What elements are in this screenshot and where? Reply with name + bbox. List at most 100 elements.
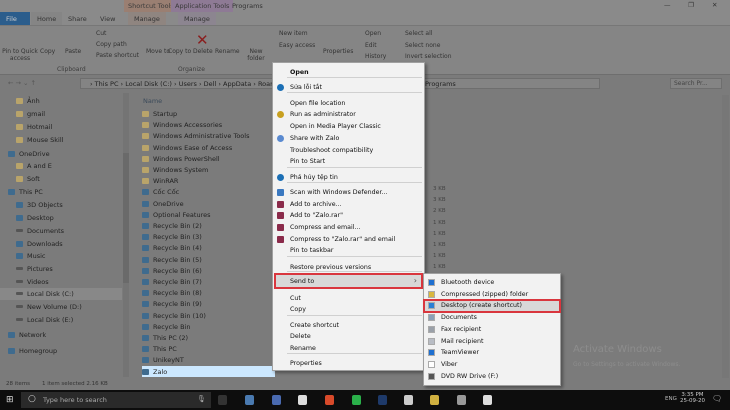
select-none-button[interactable]: Select none: [405, 42, 440, 49]
menu-item-troubleshoot-compatibility[interactable]: Troubleshoot compatibility: [273, 145, 424, 156]
submenu-item-mail-recipient[interactable]: Mail recipient: [424, 336, 560, 347]
tab-manage-application[interactable]: Manage: [178, 12, 216, 25]
nav-scrollbar[interactable]: [123, 93, 129, 377]
history-button[interactable]: History: [365, 53, 386, 60]
submenu-item-fax-recipient[interactable]: Fax recipient: [424, 324, 560, 335]
task-view-icon[interactable]: [218, 395, 227, 405]
menu-item-properties[interactable]: Properties: [273, 358, 424, 369]
menu-item-open-file-location[interactable]: Open file location: [273, 98, 424, 109]
microphone-icon[interactable]: 🎙: [197, 395, 206, 403]
app-icon[interactable]: [272, 395, 281, 405]
menu-item-sua-loi-tat[interactable]: Sửa lỗi tắt: [273, 82, 424, 93]
paste-button[interactable]: Paste: [65, 48, 81, 55]
menu-item-run-as-administrator[interactable]: Run as administrator: [273, 109, 424, 120]
menu-item-open-in-mpc[interactable]: Open in Media Player Classic: [273, 121, 424, 132]
menu-item-open[interactable]: Open: [273, 67, 424, 78]
menu-item-pha-huy-tep-tin[interactable]: Phá hủy tệp tin: [273, 172, 424, 183]
tab-file[interactable]: File: [0, 12, 30, 25]
settings-icon[interactable]: [404, 395, 413, 405]
file-scrollbar[interactable]: [722, 95, 729, 380]
app-icon[interactable]: [457, 395, 466, 405]
submenu-item-documents[interactable]: Documents: [424, 312, 560, 323]
submenu-item-bluetooth-device[interactable]: Bluetooth device: [424, 277, 560, 288]
nav-item[interactable]: Desktop: [0, 212, 122, 224]
easy-access-button[interactable]: Easy access: [279, 42, 315, 49]
menu-item-copy[interactable]: Copy: [273, 304, 424, 315]
properties-button[interactable]: Properties: [323, 48, 353, 55]
menu-item-rename[interactable]: Rename: [273, 343, 424, 354]
file-row[interactable]: Zalo: [142, 365, 275, 377]
line-icon[interactable]: [352, 395, 361, 405]
tab-application-tools[interactable]: Application Tools: [171, 0, 234, 12]
breadcrumb[interactable]: › This PC › Local Disk (C:) › Users › De…: [90, 80, 287, 88]
minimize-button[interactable]: —: [664, 1, 671, 9]
menu-item-compress-and-email[interactable]: Compress and email...: [273, 222, 424, 233]
new-folder-button[interactable]: New folder: [246, 48, 266, 62]
menu-item-delete[interactable]: Delete: [273, 331, 424, 342]
paste-shortcut-button[interactable]: Paste shortcut: [96, 52, 139, 59]
select-all-button[interactable]: Select all: [405, 30, 432, 37]
copy-button[interactable]: Copy: [40, 48, 55, 55]
nav-item[interactable]: Videos: [0, 276, 122, 288]
menu-item-restore-previous-versions[interactable]: Restore previous versions: [273, 262, 424, 273]
delete-button[interactable]: Delete: [193, 48, 213, 55]
move-to-button[interactable]: Move to: [146, 48, 170, 55]
column-header-name[interactable]: Name: [143, 97, 162, 105]
menu-item-add-to-archive[interactable]: Add to archive...: [273, 199, 424, 210]
menu-item-create-shortcut[interactable]: Create shortcut: [273, 320, 424, 331]
nav-item[interactable]: Mouse Skill: [0, 134, 122, 146]
photos-icon[interactable]: [483, 395, 492, 405]
tab-shortcut-tools[interactable]: Shortcut Tools: [124, 0, 178, 12]
nav-item[interactable]: gmail: [0, 108, 122, 120]
submenu-item-teamviewer[interactable]: TeamViewer: [424, 347, 560, 358]
nav-item[interactable]: Ảnh: [0, 95, 122, 107]
tab-manage-shortcut[interactable]: Manage: [128, 12, 166, 25]
menu-item-pin-to-start[interactable]: Pin to Start: [273, 156, 424, 167]
menu-item-cut[interactable]: Cut: [273, 293, 424, 304]
menu-item-pin-to-taskbar[interactable]: Pin to taskbar: [273, 245, 424, 256]
restore-button[interactable]: ❐: [688, 1, 694, 9]
new-item-button[interactable]: New item: [279, 30, 308, 37]
notifications-icon[interactable]: 🗨: [712, 394, 722, 403]
submenu-item-viber[interactable]: Viber: [424, 359, 560, 370]
taskbar-search-box[interactable]: ○ Type here to search 🎙: [21, 392, 211, 408]
nav-item[interactable]: Music: [0, 250, 122, 262]
notes-icon[interactable]: [298, 395, 307, 405]
pin-quick-access-button[interactable]: Pin to Quick access: [2, 48, 38, 62]
nav-item[interactable]: Local Disk (E:): [0, 314, 122, 326]
nav-item[interactable]: New Volume (D:): [0, 301, 122, 313]
edit-button[interactable]: Edit: [365, 42, 377, 49]
submenu-item-compressed-folder[interactable]: Compressed (zipped) folder: [424, 289, 560, 300]
nav-item[interactable]: A and E: [0, 160, 122, 172]
start-button[interactable]: ⊞: [6, 395, 14, 405]
close-button[interactable]: ✕: [712, 1, 717, 9]
cut-button[interactable]: Cut: [96, 30, 106, 37]
menu-item-share-with-zalo[interactable]: Share with Zalo: [273, 133, 424, 144]
clock[interactable]: 3:35 PM 25-09-20: [680, 392, 705, 404]
breadcrumb-current[interactable]: Programs: [425, 80, 456, 88]
nav-item[interactable]: Pictures: [0, 263, 122, 275]
nav-item[interactable]: This PC: [0, 186, 122, 198]
rename-button[interactable]: Rename: [215, 48, 240, 55]
tab-view[interactable]: View: [94, 12, 121, 25]
tab-home[interactable]: Home: [31, 12, 63, 25]
submenu-item-dvd-rw-drive[interactable]: DVD RW Drive (F:): [424, 371, 560, 382]
nav-item[interactable]: 3D Objects: [0, 199, 122, 211]
search-input[interactable]: Search Pr...: [670, 78, 722, 89]
menu-item-compress-to-zalo-rar-email[interactable]: Compress to "Zalo.rar" and email: [273, 234, 424, 245]
language-indicator[interactable]: ENG: [665, 396, 677, 402]
photoshop-icon[interactable]: [378, 395, 387, 405]
nav-item[interactable]: Homegroup: [0, 345, 122, 357]
nav-item[interactable]: OneDrive: [0, 148, 122, 160]
back-forward-icons[interactable]: ← → ⌄ ↑: [8, 79, 36, 87]
app-icon[interactable]: [245, 395, 254, 405]
open-button[interactable]: Open: [365, 30, 381, 37]
nav-item[interactable]: Network: [0, 329, 122, 341]
nav-item[interactable]: Local Disk (C:): [0, 288, 122, 300]
menu-item-scan-with-defender[interactable]: Scan with Windows Defender...: [273, 187, 424, 198]
nav-item[interactable]: Documents: [0, 225, 122, 237]
chrome-icon[interactable]: [325, 395, 334, 405]
nav-item[interactable]: Soft: [0, 173, 122, 185]
copy-path-button[interactable]: Copy path: [96, 41, 127, 48]
submenu-item-desktop-create-shortcut[interactable]: Desktop (create shortcut): [423, 299, 561, 314]
